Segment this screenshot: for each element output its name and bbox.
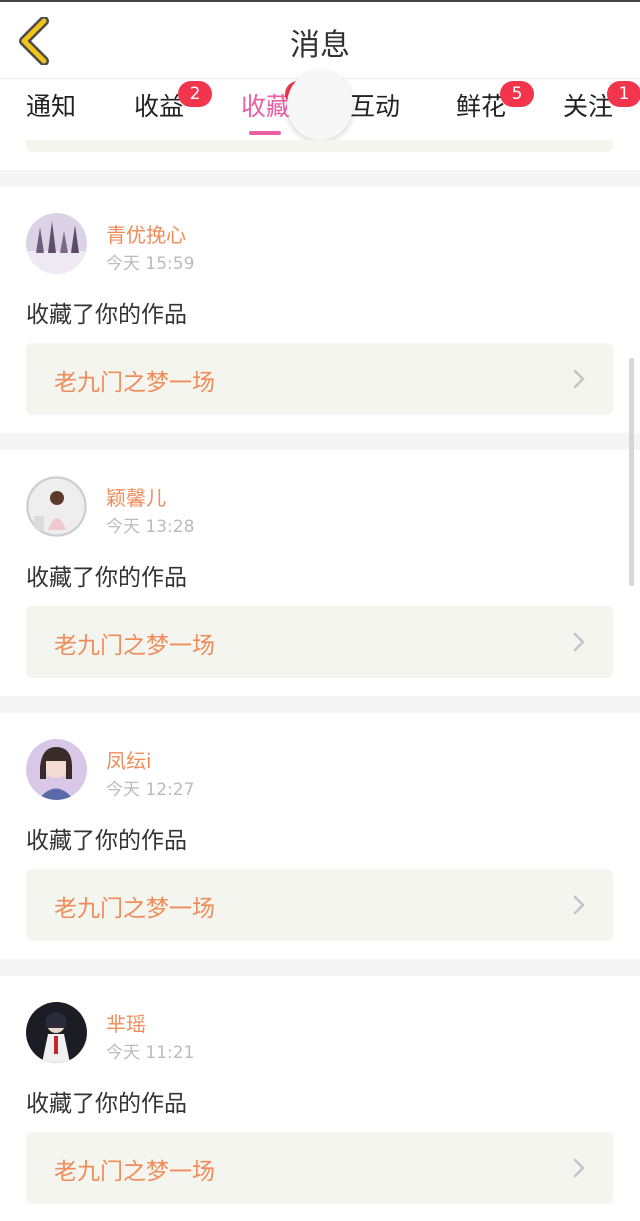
avatar[interactable] <box>26 1002 87 1063</box>
tab-notifications[interactable]: 通知 <box>26 89 76 129</box>
timestamp: 今天 12:27 <box>106 780 195 800</box>
username[interactable]: 芈瑶 <box>106 1008 146 1037</box>
chevron-right-icon <box>573 632 585 652</box>
work-title: 老九门之梦一场 <box>54 370 215 396</box>
work-title: 老九门之梦一场 <box>54 633 215 659</box>
action-text: 收藏了你的作品 <box>26 828 187 854</box>
work-card[interactable]: 老九门之梦一场 <box>26 606 613 678</box>
message-item[interactable]: 芈瑶 今天 11:21 收藏了你的作品 老九门之梦一场 <box>0 976 640 1221</box>
timestamp: 今天 11:21 <box>106 1043 195 1063</box>
action-text: 收藏了你的作品 <box>26 302 187 328</box>
message-item[interactable]: 颖馨儿 今天 13:28 收藏了你的作品 老九门之梦一场 <box>0 450 640 696</box>
tab-label: 互动 <box>350 92 401 121</box>
divider <box>0 696 640 713</box>
tab-interactions[interactable]: 互动 <box>350 89 400 129</box>
timestamp: 今天 13:28 <box>106 517 195 537</box>
username[interactable]: 凤纭i <box>106 745 152 774</box>
tab-follows[interactable]: 关注 1 <box>563 81 640 129</box>
unread-badge: 2 <box>178 81 212 107</box>
chevron-right-icon <box>573 369 585 389</box>
work-card[interactable]: 老九门之梦一场 <box>26 1132 613 1204</box>
tab-earnings[interactable]: 收益 2 <box>134 81 212 129</box>
chevron-right-icon <box>573 895 585 915</box>
username[interactable]: 颖馨儿 <box>106 482 166 511</box>
tab-label: 关注 <box>563 92 614 121</box>
action-text: 收藏了你的作品 <box>26 1091 187 1117</box>
action-text: 收藏了你的作品 <box>26 565 187 591</box>
timestamp: 今天 15:59 <box>106 254 195 274</box>
active-tab-indicator <box>249 131 281 135</box>
scrollbar[interactable] <box>629 358 634 586</box>
chevron-right-icon <box>573 1158 585 1178</box>
previous-work-card[interactable] <box>26 140 613 152</box>
message-item[interactable]: 青优挽心 今天 15:59 收藏了你的作品 老九门之梦一场 <box>0 187 640 433</box>
message-item[interactable]: 凤纭i 今天 12:27 收藏了你的作品 老九门之梦一场 <box>0 713 640 959</box>
divider <box>0 170 640 187</box>
unread-badge: 1 <box>607 81 640 107</box>
tab-label: 收藏 <box>241 92 292 121</box>
divider <box>0 959 640 976</box>
divider <box>0 433 640 450</box>
work-title: 老九门之梦一场 <box>54 1159 215 1185</box>
work-title: 老九门之梦一场 <box>54 896 215 922</box>
avatar[interactable] <box>26 476 87 537</box>
touch-indicator <box>287 70 353 140</box>
app-header: 消息 <box>0 0 640 78</box>
unread-badge: 5 <box>500 81 534 107</box>
tab-label: 通知 <box>26 92 77 121</box>
username[interactable]: 青优挽心 <box>106 219 186 248</box>
tab-label: 收益 <box>134 92 185 121</box>
avatar[interactable] <box>26 213 87 274</box>
page-title: 消息 <box>290 28 350 63</box>
tab-flowers[interactable]: 鲜花 5 <box>456 81 534 129</box>
work-card[interactable]: 老九门之梦一场 <box>26 343 613 415</box>
tab-label: 鲜花 <box>456 92 507 121</box>
messages-page: 消息 通知 收益 2 收藏 互动 鲜花 5 关注 1 青优挽心 今天 15:59… <box>0 0 640 1221</box>
avatar[interactable] <box>26 739 87 800</box>
work-card[interactable]: 老九门之梦一场 <box>26 869 613 941</box>
tab-favorites[interactable]: 收藏 <box>241 81 319 129</box>
